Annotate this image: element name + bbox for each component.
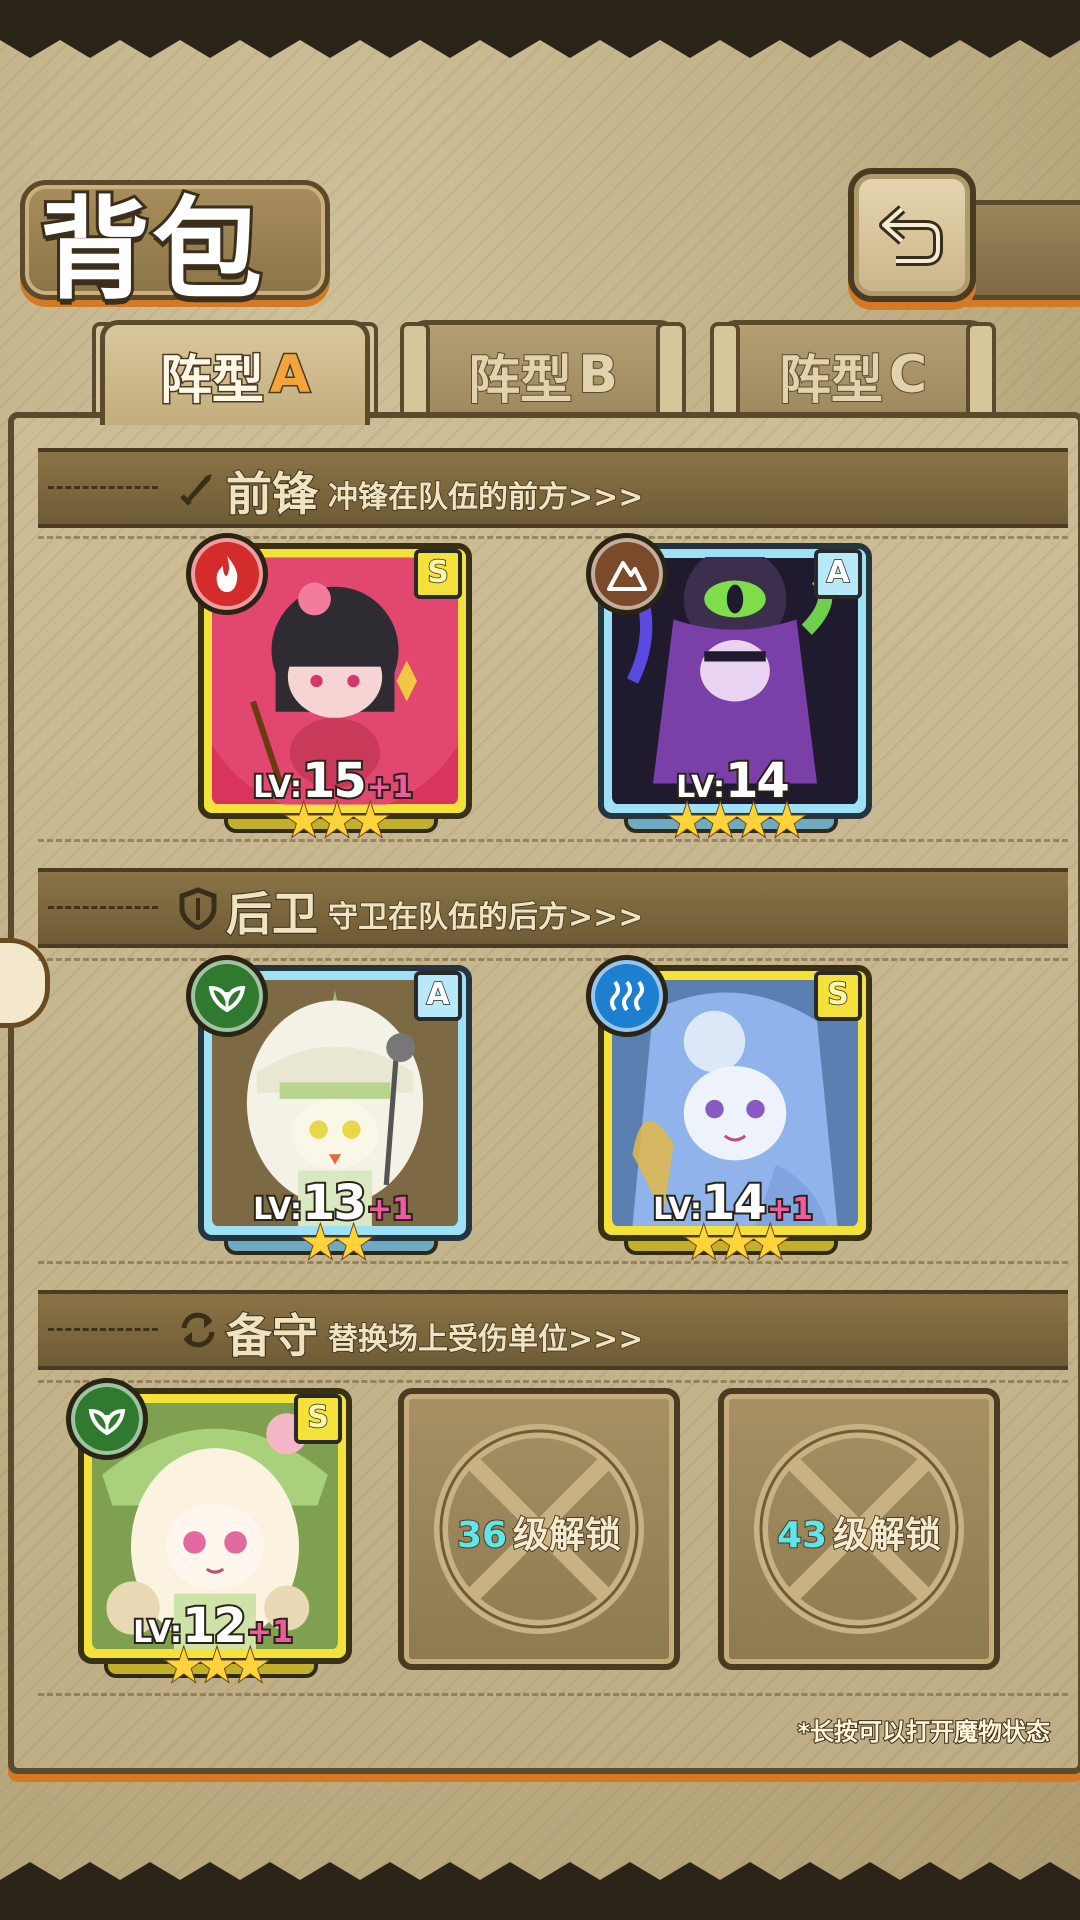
section-title: 备守: [225, 1308, 319, 1364]
section-description: 冲锋在队伍的前方>>>: [327, 479, 644, 516]
back-arrow-icon: [879, 205, 943, 266]
tab-formation-a[interactable]: 阵型 A: [100, 320, 370, 425]
star-rating: ★★: [299, 1214, 375, 1270]
rank-badge: S: [294, 1394, 342, 1444]
section-header-back: 后卫 守卫在队伍的后方>>>: [38, 868, 1068, 948]
leaf-element-icon: [186, 955, 268, 1037]
back-button[interactable]: [848, 168, 976, 302]
monster-card-reserve-1[interactable]: S LV:12+1 ★★★: [66, 1378, 352, 1693]
unlock-requirement: 36 级解锁: [404, 1506, 674, 1558]
long-press-hint: *长按可以打开魔物状态: [796, 1717, 1051, 1747]
rank-badge: S: [414, 549, 462, 599]
tab-label: 阵型: [467, 350, 573, 412]
rank-badge: A: [814, 549, 862, 599]
divider: [48, 906, 158, 909]
tab-formation-c[interactable]: 阵型 C: [718, 320, 988, 425]
monster-card-back-2[interactable]: S LV:14+1 ★★★: [586, 955, 872, 1270]
section-title: 后卫: [225, 886, 319, 942]
tab-formation-b[interactable]: 阵型 B: [408, 320, 678, 425]
earth-element-icon: [586, 533, 668, 615]
star-rating: ★★★★: [666, 792, 809, 848]
page-title: 背包: [37, 182, 265, 317]
section-description: 守卫在队伍的后方>>>: [327, 899, 644, 936]
section-header-front: 前锋 冲锋在队伍的前方>>>: [38, 448, 1068, 528]
water-element-icon: [586, 955, 668, 1037]
rank-badge: A: [414, 971, 462, 1021]
monster-card-front-1[interactable]: S LV:15+1 ★★★: [186, 533, 472, 848]
rank-badge: S: [814, 971, 862, 1021]
shield-icon: [179, 887, 217, 930]
unlock-level: 36: [456, 1514, 508, 1557]
tab-label: 阵型: [778, 350, 884, 412]
unlock-label: 级解锁: [512, 1514, 622, 1557]
tab-label: 阵型: [158, 349, 265, 412]
section-title: 前锋: [225, 466, 319, 522]
torn-edge-top: [0, 0, 1080, 58]
divider: [48, 1328, 158, 1331]
star-rating: ★★★: [682, 1214, 792, 1270]
monster-card-back-1[interactable]: A LV:13+1 ★★: [186, 955, 472, 1270]
section-description: 替换场上受伤单位>>>: [327, 1321, 644, 1358]
star-rating: ★★★: [162, 1637, 272, 1693]
unlock-label: 级解锁: [832, 1514, 942, 1557]
tab-suffix: C: [888, 344, 928, 406]
tab-suffix: A: [268, 344, 311, 407]
swap-icon: [181, 1312, 215, 1348]
tab-suffix: B: [577, 344, 619, 406]
locked-slot-1[interactable]: 36 级解锁: [398, 1388, 680, 1670]
unlock-level: 43: [776, 1514, 828, 1557]
sword-icon: [180, 474, 212, 506]
torn-edge-bottom: [0, 1862, 1080, 1920]
leaf-element-icon: [66, 1378, 148, 1460]
section-header-reserve: 备守 替换场上受伤单位>>>: [38, 1290, 1068, 1370]
divider: [48, 486, 158, 489]
monster-card-front-2[interactable]: A LV:14 ★★★★: [586, 533, 872, 848]
unlock-requirement: 43 级解锁: [724, 1506, 994, 1558]
star-rating: ★★★: [282, 792, 392, 848]
locked-slot-2[interactable]: 43 级解锁: [718, 1388, 1000, 1670]
fire-element-icon: [186, 533, 268, 615]
